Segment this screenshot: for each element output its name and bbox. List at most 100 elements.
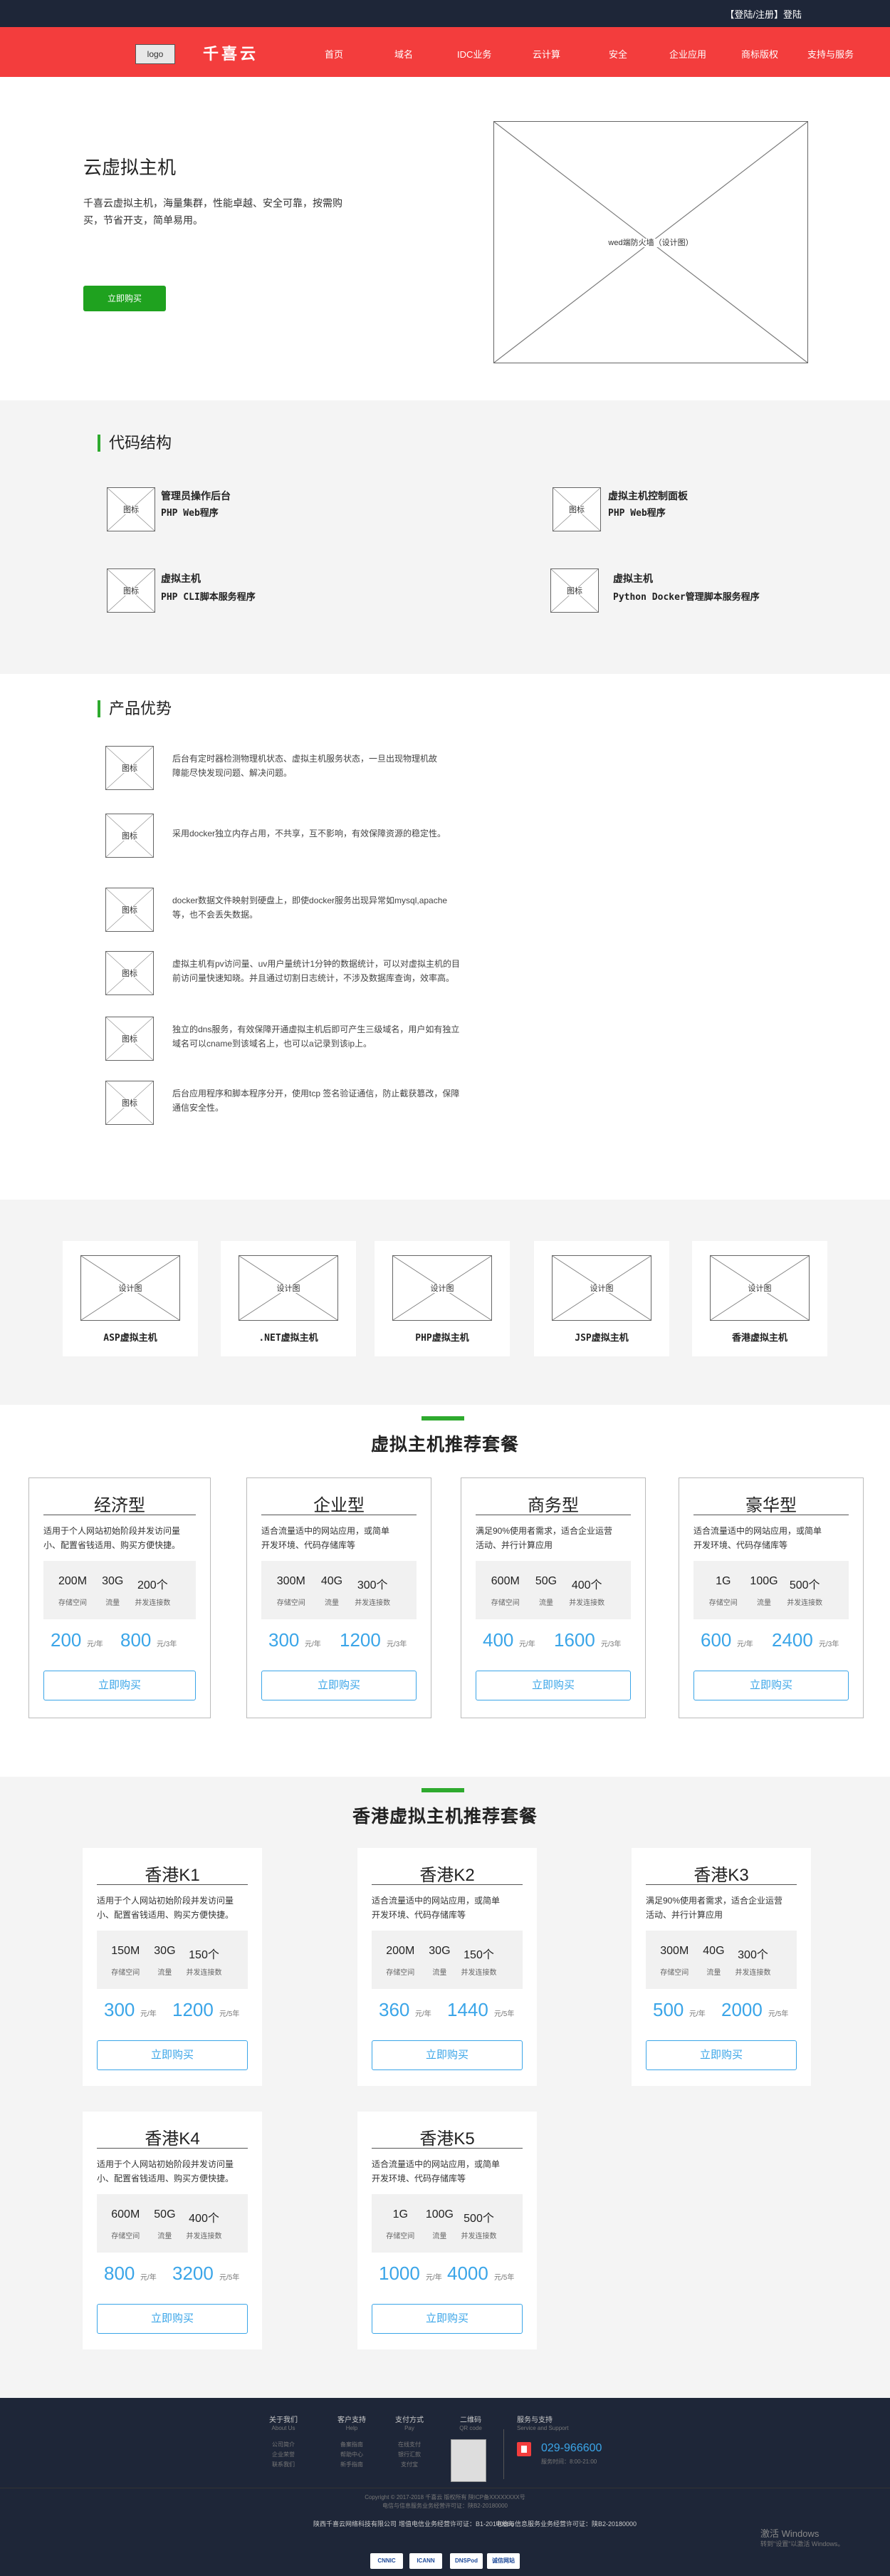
package-specs: 200M 存储空间 30G 流量 150个 并发连接数 — [372, 1931, 523, 1989]
product-name: 香港虚拟主机 — [731, 1333, 787, 1344]
image-placeholder-text: 设计图 — [117, 1284, 144, 1293]
logo[interactable]: logo — [135, 44, 175, 64]
footer-col-sub: About Us — [271, 2425, 295, 2431]
product-card[interactable]: 设计图 JSP虚拟主机 — [534, 1241, 669, 1356]
footer-badge[interactable]: ICANN — [409, 2553, 442, 2569]
image-placeholder-text: 图标 — [120, 970, 139, 978]
package-desc-line: 活动、并行计算应用 — [476, 1540, 553, 1550]
footer-link[interactable]: 企业荣誉 — [263, 2451, 303, 2458]
spec-value: 600M — [491, 1575, 520, 1587]
nav-item-domain[interactable]: 域名 — [394, 47, 413, 61]
price-yearly: 500 — [653, 1999, 684, 2020]
nav-item-home[interactable]: 首页 — [325, 47, 343, 61]
license-2-short: 电信与信息服务业务经营许可证：陕B2-20180000 — [496, 2520, 637, 2528]
price-multi-year: 2000 — [721, 1999, 763, 2020]
price-multi-year: 1200 — [340, 1629, 381, 1651]
spec-value: 200M — [58, 1575, 88, 1587]
footer-link[interactable]: 新手指南 — [332, 2461, 372, 2468]
spec-value: 500个 — [464, 2213, 494, 2225]
product-card[interactable]: 设计图 香港虚拟主机 — [692, 1241, 827, 1356]
nav-item-support[interactable]: 支持与服务 — [807, 47, 854, 61]
service-phone: 029-966600 — [541, 2442, 602, 2454]
package-desc-line: 适用于个人网站初始阶段并发访问量 — [43, 1526, 181, 1536]
price-unit: 元/年 — [87, 1641, 103, 1648]
spec-label: 流量 — [157, 1969, 172, 1977]
image-icon: 图标 — [107, 487, 155, 531]
spec-label: 流量 — [325, 1599, 339, 1607]
package-specs: 600M 存储空间 50G 流量 400个 并发连接数 — [476, 1561, 631, 1619]
spec-label: 并发连接数 — [569, 1599, 605, 1607]
buy-button[interactable]: 立即购买 — [97, 2304, 248, 2334]
packages-title: 虚拟主机推荐套餐 — [370, 1435, 519, 1455]
package-name: 香港K5 — [372, 2124, 523, 2149]
buy-button[interactable]: 立即购买 — [646, 2040, 797, 2070]
footer-col-sub: Pay — [404, 2425, 414, 2431]
nav-item-security[interactable]: 安全 — [609, 47, 627, 61]
windows-watermark-title: 激活 Windows — [760, 2528, 820, 2539]
buy-button[interactable]: 立即购买 — [693, 1671, 849, 1700]
spec-value: 400个 — [189, 2213, 219, 2225]
footer-link[interactable]: 联系我们 — [263, 2461, 303, 2468]
product-card[interactable]: 设计图 .NET虚拟主机 — [221, 1241, 356, 1356]
price-multi-year: 800 — [120, 1629, 152, 1651]
image-placeholder-text: 图标 — [120, 1099, 139, 1108]
spec-value: 50G — [535, 1575, 557, 1587]
footer-link[interactable]: 在线支付 — [389, 2441, 429, 2448]
spec-value: 150M — [111, 1945, 140, 1957]
nav-item-trademark[interactable]: 商标版权 — [741, 47, 778, 61]
spec-label: 流量 — [432, 2233, 447, 2240]
package-description: 适合流量适中的网站应用，或简单 开发环境、代码存储库等 — [372, 1894, 523, 1922]
footer-link[interactable]: 公司简介 — [263, 2441, 303, 2448]
advantage-text: 独立的dns服务，有效保障开通虚拟主机后即可产生三级域名，用户如有独立 域名可以c… — [172, 1022, 521, 1051]
price-unit: 元/3年 — [157, 1641, 177, 1648]
package-desc-line: 适合流量适中的网站应用，或简单 — [261, 1526, 390, 1536]
hero-buy-button[interactable]: 立即购买 — [83, 286, 166, 311]
hero-title: 云虚拟主机 — [83, 157, 177, 178]
package-desc-line: 开发环境、代码存储库等 — [372, 1910, 466, 1920]
footer-link[interactable]: 支付宝 — [389, 2461, 429, 2468]
buy-button[interactable]: 立即购买 — [43, 1671, 196, 1700]
footer-badge[interactable]: DNSPod — [450, 2553, 483, 2569]
spec-label: 流量 — [432, 1969, 447, 1977]
product-card[interactable]: 设计图 ASP虚拟主机 — [63, 1241, 198, 1356]
image-placeholder-text: 图标 — [120, 832, 139, 841]
spec-label: 存储空间 — [58, 1599, 88, 1607]
footer-link[interactable]: 备案指南 — [332, 2441, 372, 2448]
footer-link[interactable]: 帮助中心 — [332, 2451, 372, 2458]
spec-label: 流量 — [105, 1599, 120, 1607]
spec-value: 600M — [111, 2208, 140, 2221]
product-card[interactable]: 设计图 PHP虚拟主机 — [375, 1241, 510, 1356]
login-register-link[interactable]: 【登陆/注册】登陆 — [725, 7, 802, 21]
image-icon: 图标 — [105, 746, 154, 790]
package-desc-line: 开发环境、代码存储库等 — [693, 1540, 788, 1550]
nav-item-cloud[interactable]: 云计算 — [533, 47, 560, 61]
package-card: 香港K2 适合流量适中的网站应用，或简单 开发环境、代码存储库等 200M 存储空间 30… — [357, 1848, 537, 2086]
price-unit: 元/年 — [737, 1641, 753, 1648]
spec-value: 400个 — [571, 1579, 602, 1591]
package-desc-line: 小、配置省钱适用、购买方便快捷。 — [43, 1540, 181, 1550]
package-desc-line: 活动、并行计算应用 — [646, 1910, 723, 1920]
buy-button[interactable]: 立即购买 — [261, 1671, 417, 1700]
code-structure-title: 代码结构 — [98, 435, 172, 452]
price-yearly: 300 — [268, 1629, 300, 1651]
package-desc-line: 适用于个人网站初始阶段并发访问量 — [97, 1896, 234, 1906]
advantages-section: 产品优势 图标 后台有定时器检测物理机状态、虚拟主机服务状态，一旦出现物理机故 障能… — [0, 674, 890, 1200]
image-placeholder-label: 设计图 — [553, 1282, 651, 1294]
footer-badge[interactable]: 诚信网站 — [487, 2553, 520, 2569]
spec-value: 40G — [320, 1575, 343, 1587]
nav-item-enterprise[interactable]: 企业应用 — [669, 47, 706, 61]
footer-badge[interactable]: CNNIC — [370, 2553, 403, 2569]
footer-col-sub: QR code — [459, 2425, 482, 2431]
image-placeholder-label: 图标 — [106, 1033, 153, 1044]
buy-button[interactable]: 立即购买 — [372, 2304, 523, 2334]
buy-button[interactable]: 立即购买 — [476, 1671, 631, 1700]
buy-button[interactable]: 立即购买 — [97, 2040, 248, 2070]
buy-button[interactable]: 立即购买 — [372, 2040, 523, 2070]
spec-label: 存储空间 — [386, 1969, 415, 1977]
nav-item-idc[interactable]: IDC业务 — [457, 47, 491, 61]
price-yearly: 1000 — [379, 2263, 420, 2284]
advantage-text: 后台有定时器检测物理机状态、虚拟主机服务状态，一旦出现物理机故 障能尽快发现问题、… — [172, 752, 521, 780]
footer-link[interactable]: 银行汇款 — [389, 2451, 429, 2458]
brand-name[interactable]: 千喜云 — [203, 41, 258, 64]
package-name: 香港K1 — [97, 1861, 248, 1885]
